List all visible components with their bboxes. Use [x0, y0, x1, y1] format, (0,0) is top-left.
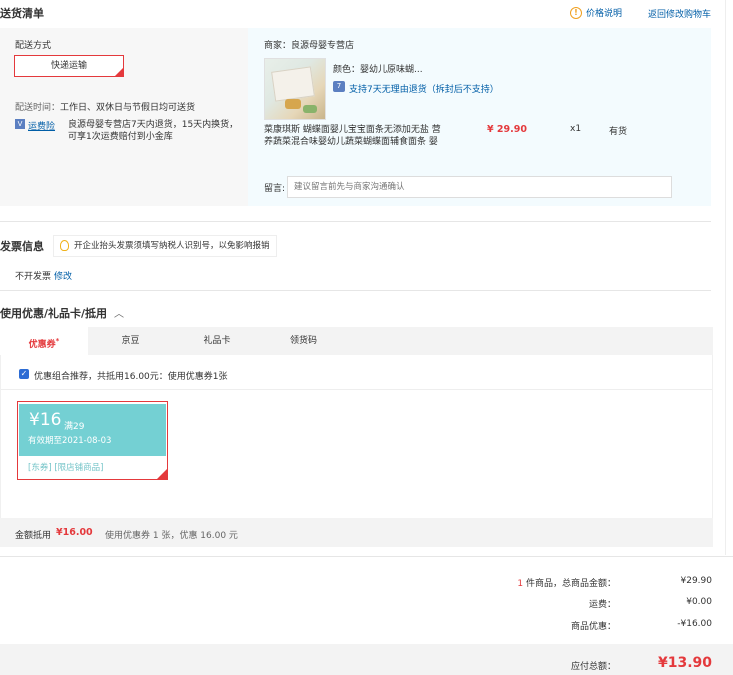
- product-color: 颜色：婴幼儿原味蝴...: [333, 65, 423, 75]
- shipping-time-value: 工作日、双休日与节假日均可送货: [60, 103, 196, 113]
- coupon-amount: ¥16: [29, 410, 62, 430]
- tab-gift-card[interactable]: 礼品卡: [173, 327, 261, 355]
- divider: [1, 389, 712, 390]
- shipping-fee-value: ¥0.00: [686, 597, 712, 607]
- shipping-insurance-link[interactable]: 运费险: [28, 119, 55, 132]
- product-price: ¥ 29.90: [487, 124, 527, 135]
- back-to-cart-link[interactable]: 返回修改购物车: [648, 7, 711, 20]
- shipping-method-value: 快递运输: [50, 61, 87, 71]
- shipping-method-label: 配送方式: [15, 41, 52, 51]
- remark-label: 留言:: [264, 184, 286, 194]
- divider: [725, 0, 726, 555]
- discount-value: -¥16.00: [677, 619, 712, 629]
- return-policy-text[interactable]: 支持7天无理由退货（拆封后不支持）: [349, 82, 499, 95]
- selected-corner-icon: [157, 469, 167, 479]
- coupon-summary-label: 金额抵用: [15, 531, 52, 541]
- tab-coupon-star: *: [55, 337, 60, 345]
- invoice-tip: 开企业抬头发票须填写纳税人识别号，以免影响报销: [53, 235, 277, 257]
- grand-total-value: ¥13.90: [657, 655, 712, 671]
- shipping-insurance-icon: V: [15, 119, 25, 129]
- invoice-tip-text: 开企业抬头发票须填写纳税人识别号，以免影响报销: [74, 241, 270, 251]
- items-total-label: 1 件商品，总商品金额：: [396, 576, 616, 589]
- return-policy-icon: 7: [333, 81, 345, 92]
- coupon-summary-amount: ¥16.00: [56, 527, 93, 538]
- page-title: 送货清单: [0, 7, 44, 20]
- shipping-fee-label: 运费：: [588, 600, 616, 610]
- invoice-edit-link[interactable]: 修改: [54, 269, 72, 282]
- shipping-time: 配送时间：工作日、双休日与节假日均可送货: [15, 100, 195, 113]
- warning-icon: !: [570, 6, 582, 19]
- product-stock: 有货: [609, 127, 628, 137]
- discount-label: 商品优惠：: [570, 622, 616, 632]
- lightbulb-icon: [60, 240, 69, 251]
- coupon-min-spend: 满29: [64, 422, 85, 432]
- coupon-scope: [东券] [限店铺商品]: [28, 463, 104, 473]
- items-total-text: 件商品，总商品金额：: [523, 579, 616, 589]
- chevron-up-icon[interactable]: ︿: [114, 305, 124, 320]
- invoice-value: 不开发票: [15, 272, 52, 282]
- product-name[interactable]: 菜康琪斯 蝴蝶面婴儿宝宝面条无添加无盐 营养蔬菜混合味婴幼儿蔬菜蝴蝶面辅食面条 …: [264, 124, 444, 148]
- product-image[interactable]: [264, 58, 326, 120]
- grand-total-label: 应付总额：: [570, 662, 616, 672]
- shipping-method-button[interactable]: 快递运输: [14, 55, 124, 77]
- selected-corner-icon: [115, 68, 123, 76]
- remark-input[interactable]: [287, 176, 672, 198]
- coupon-section-title[interactable]: 使用优惠/礼品卡/抵用: [0, 305, 107, 321]
- shipping-insurance-text: 良源母婴专营店7天内退货，15天内换货，可享1次运费赔付到小金库: [68, 120, 239, 142]
- tab-coupon-label: 优惠券: [28, 340, 56, 350]
- combo-recommend-text: 优惠组合推荐，共抵用16.00元：使用优惠券1张: [34, 372, 228, 382]
- divider: [0, 556, 733, 557]
- coupon-summary-detail: 使用优惠券 1 张，优惠 16.00 元: [105, 531, 238, 541]
- coupon-expiry: 有效期至2021-08-03: [28, 436, 112, 446]
- invoice-title: 发票信息: [0, 240, 44, 253]
- tab-coupon[interactable]: 优惠券*: [0, 327, 88, 355]
- items-total-value: ¥29.90: [680, 576, 713, 586]
- divider: [0, 290, 711, 291]
- tab-pickup-code[interactable]: 领货码: [261, 327, 346, 355]
- divider: [0, 221, 711, 222]
- tab-jd-bean[interactable]: 京豆: [88, 327, 173, 355]
- price-info-label[interactable]: 价格说明: [586, 6, 622, 19]
- product-quantity: x1: [570, 124, 582, 134]
- shipping-time-label: 配送时间：: [15, 103, 61, 113]
- seller-name: 商家：良源母婴专营店: [264, 41, 355, 51]
- combo-checkbox[interactable]: ✓: [19, 369, 29, 379]
- price-info-link[interactable]: ! 价格说明: [570, 6, 622, 19]
